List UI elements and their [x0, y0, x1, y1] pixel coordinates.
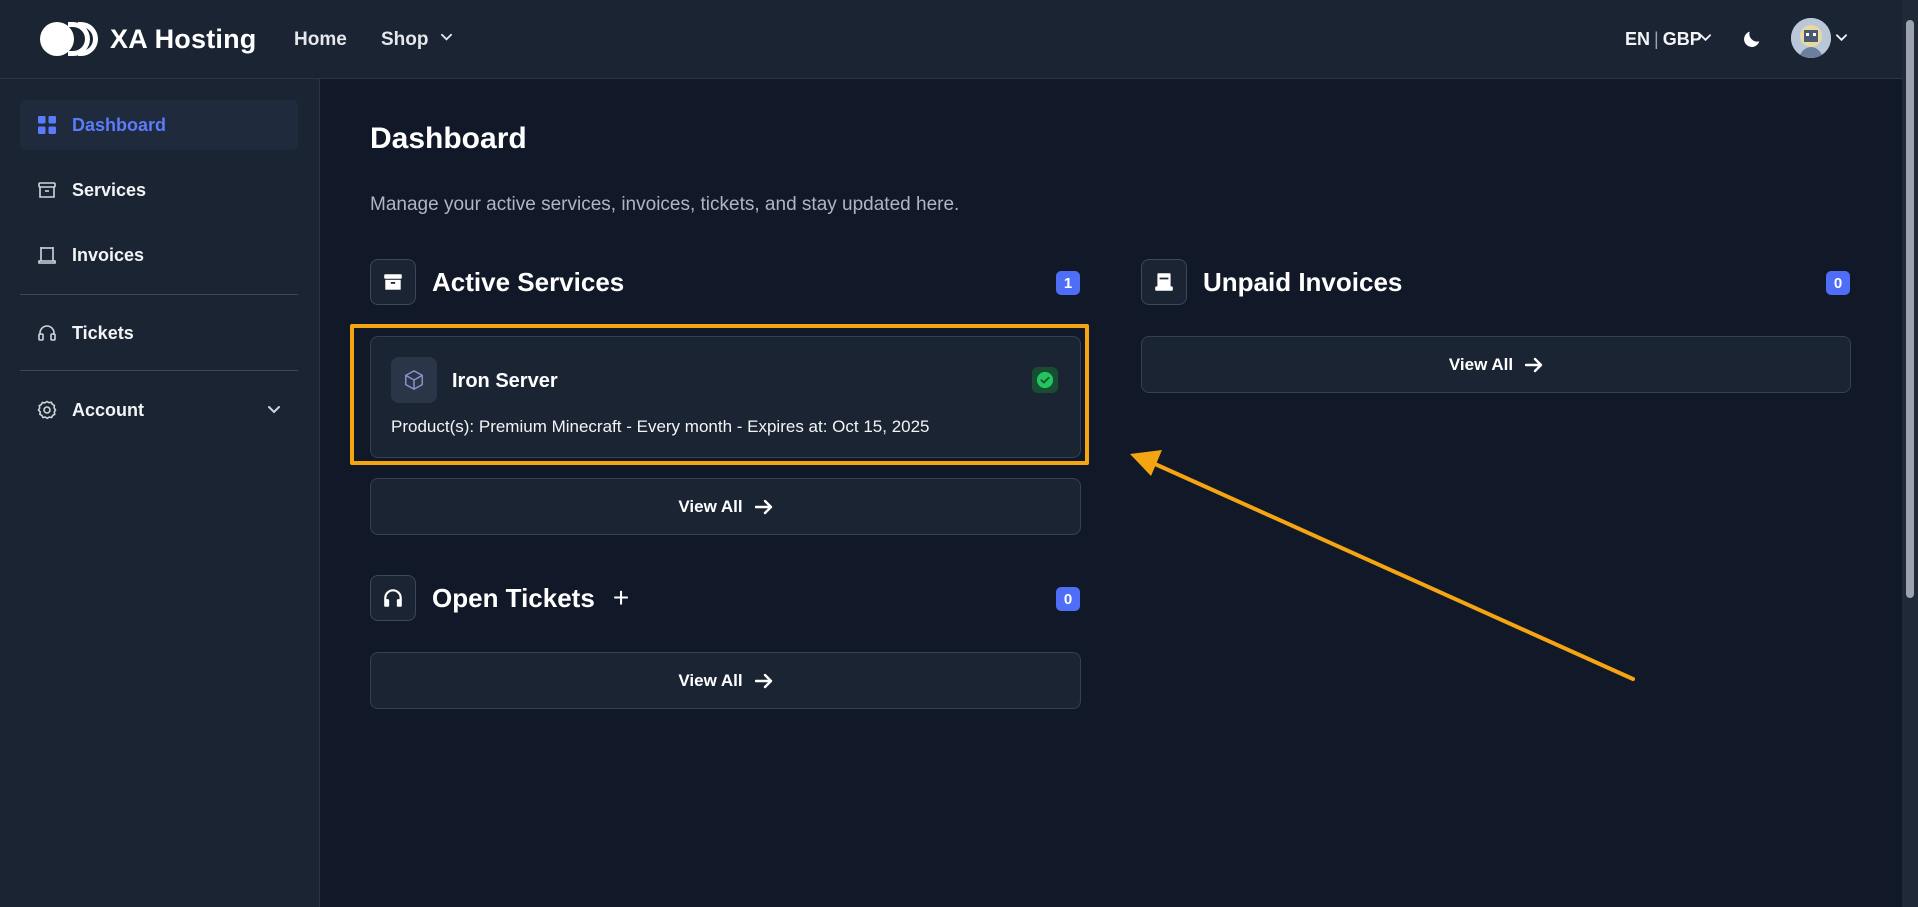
sidebar-item-label: Account: [72, 399, 144, 420]
view-all-label: View All: [678, 670, 743, 690]
sidebar-item-label: Invoices: [72, 244, 145, 265]
page-title: Dashboard: [370, 122, 527, 155]
sidebar-divider: [20, 294, 298, 295]
moon-icon[interactable]: [1741, 28, 1763, 50]
unpaid-invoices-count-badge: 0: [1826, 271, 1850, 295]
language-label: EN: [1625, 29, 1651, 49]
sidebar-item-dashboard[interactable]: Dashboard: [20, 100, 298, 150]
top-navbar: XA Hosting: [0, 0, 1902, 79]
view-all-label: View All: [1448, 354, 1514, 374]
service-card[interactable]: Iron Server Product(s): Premium Minecraf…: [370, 336, 1081, 458]
view-all-label: View All: [678, 496, 743, 516]
status-active-icon: [1032, 367, 1058, 393]
sidebar: Dashboard Services Invoices Tickets Acco…: [0, 79, 320, 907]
add-ticket-button[interactable]: +: [613, 584, 629, 612]
currency-label: GBP: [1662, 29, 1702, 49]
archive-icon: [370, 259, 416, 305]
language-currency-selector[interactable]: EN | GBP: [1625, 29, 1702, 50]
sidebar-item-services[interactable]: Services: [20, 165, 298, 215]
sidebar-item-tickets[interactable]: Tickets: [20, 308, 298, 358]
sidebar-item-label: Tickets: [72, 322, 134, 343]
receipt-icon: [1141, 259, 1187, 305]
arrow-right-icon: [1525, 357, 1543, 372]
section-title: Unpaid Invoices: [1203, 266, 1403, 297]
unpaid-invoices-view-all-button[interactable]: View All: [1141, 336, 1851, 393]
archive-icon: [36, 179, 58, 201]
headset-icon: [36, 322, 58, 344]
receipt-icon: [36, 244, 58, 266]
brand-logo[interactable]: XA Hosting: [40, 19, 257, 59]
gear-icon: [36, 399, 58, 421]
chevron-down-icon[interactable]: [268, 405, 280, 415]
scrollbar-thumb[interactable]: [1906, 20, 1914, 598]
avatar[interactable]: [1791, 18, 1831, 58]
chevron-down-icon[interactable]: [1700, 33, 1711, 43]
sidebar-item-label: Dashboard: [72, 114, 167, 135]
arrow-right-icon: [754, 499, 772, 514]
active-services-view-all-button[interactable]: View All: [370, 478, 1081, 535]
grid-icon: [36, 114, 58, 136]
unpaid-invoices-header: Unpaid Invoices: [1141, 259, 1402, 305]
cube-icon: [391, 357, 437, 403]
chevron-down-icon[interactable]: [441, 32, 452, 43]
section-title: Active Services: [432, 266, 625, 297]
open-tickets-count-badge: 0: [1056, 587, 1080, 611]
service-name: Iron Server: [452, 370, 558, 392]
nav-shop-link[interactable]: Shop: [381, 29, 429, 51]
active-services-header: Active Services: [370, 259, 624, 305]
sidebar-item-label: Services: [72, 179, 147, 200]
page-subtitle: Manage your active services, invoices, t…: [370, 194, 960, 215]
sidebar-item-account[interactable]: Account: [20, 385, 298, 435]
logo-icon: [40, 19, 100, 59]
active-services-count-badge: 1: [1056, 271, 1080, 295]
open-tickets-view-all-button[interactable]: View All: [370, 652, 1081, 709]
section-title: Open Tickets: [432, 582, 595, 613]
headset-icon: [370, 575, 416, 621]
nav-home-link[interactable]: Home: [294, 29, 347, 51]
sidebar-divider: [20, 370, 298, 371]
service-description: Product(s): Premium Minecraft - Every mo…: [391, 417, 930, 436]
open-tickets-header: Open Tickets +: [370, 575, 629, 621]
arrow-right-icon: [754, 673, 772, 688]
brand-name: XA Hosting: [110, 23, 257, 54]
chevron-down-icon[interactable]: [1836, 33, 1847, 43]
sidebar-item-invoices[interactable]: Invoices: [20, 230, 298, 280]
